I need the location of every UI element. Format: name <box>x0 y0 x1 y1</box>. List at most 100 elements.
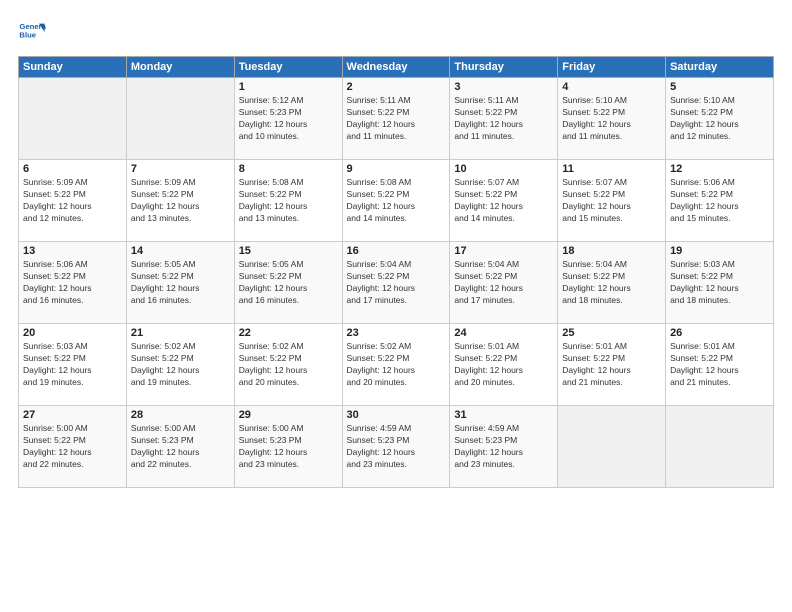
day-info: Sunrise: 5:07 AM Sunset: 5:22 PM Dayligh… <box>454 177 553 225</box>
day-number: 20 <box>23 327 122 339</box>
calendar-cell <box>558 406 666 488</box>
calendar-cell: 9Sunrise: 5:08 AM Sunset: 5:22 PM Daylig… <box>342 160 450 242</box>
calendar-cell: 11 Sunrise: 5:07 AM Sunset: 5:22 PM Dayli… <box>558 160 666 242</box>
day-number: 27 <box>23 409 122 421</box>
page: General Blue SundayMondayTuesdayWednesda… <box>0 0 792 612</box>
calendar-cell: 29 Sunrise: 5:00 AM Sunset: 5:23 PM Dayli… <box>234 406 342 488</box>
day-number: 6 <box>23 163 122 175</box>
calendar-cell: 31Sunrise: 4:59 AM Sunset: 5:23 PM Dayli… <box>450 406 558 488</box>
day-number: 29 <box>239 409 338 421</box>
logo-icon: General Blue <box>18 18 46 46</box>
day-number: 12 <box>670 163 769 175</box>
calendar-cell: 27 Sunrise: 5:00 AM Sunset: 5:22 PM Dayli… <box>19 406 127 488</box>
day-number: 16 <box>347 245 446 257</box>
day-number: 15 <box>239 245 338 257</box>
day-info: Sunrise: 5:09 AM Sunset: 5:22 PM Dayligh… <box>23 177 122 225</box>
calendar-cell: 14 Sunrise: 5:05 AM Sunset: 5:22 PM Dayli… <box>126 242 234 324</box>
calendar-cell: 28Sunrise: 5:00 AM Sunset: 5:23 PM Dayli… <box>126 406 234 488</box>
day-info: Sunrise: 5:01 AM Sunset: 5:22 PM Dayligh… <box>454 341 553 389</box>
day-number: 19 <box>670 245 769 257</box>
calendar-cell: 18Sunrise: 5:04 AM Sunset: 5:22 PM Dayli… <box>558 242 666 324</box>
day-number: 10 <box>454 163 553 175</box>
day-info: Sunrise: 5:05 AM Sunset: 5:22 PM Dayligh… <box>239 259 338 307</box>
day-info: Sunrise: 5:06 AM Sunset: 5:22 PM Dayligh… <box>670 177 769 225</box>
calendar-cell: 1 Sunrise: 5:12 AM Sunset: 5:23 PM Daylig… <box>234 78 342 160</box>
day-number: 7 <box>131 163 230 175</box>
day-info: Sunrise: 5:06 AM Sunset: 5:22 PM Dayligh… <box>23 259 122 307</box>
weekday-header-row: SundayMondayTuesdayWednesdayThursdayFrid… <box>19 57 774 78</box>
calendar-cell: 25 Sunrise: 5:01 AM Sunset: 5:22 PM Dayli… <box>558 324 666 406</box>
day-info: Sunrise: 5:03 AM Sunset: 5:22 PM Dayligh… <box>23 341 122 389</box>
day-number: 31 <box>454 409 553 421</box>
day-number: 25 <box>562 327 661 339</box>
calendar-body: 1 Sunrise: 5:12 AM Sunset: 5:23 PM Daylig… <box>19 78 774 488</box>
day-number: 11 <box>562 163 661 175</box>
day-info: Sunrise: 5:11 AM Sunset: 5:22 PM Dayligh… <box>347 95 446 143</box>
week-row-1: 1 Sunrise: 5:12 AM Sunset: 5:23 PM Daylig… <box>19 78 774 160</box>
calendar: SundayMondayTuesdayWednesdayThursdayFrid… <box>18 56 774 488</box>
day-number: 8 <box>239 163 338 175</box>
day-info: Sunrise: 5:00 AM Sunset: 5:23 PM Dayligh… <box>131 423 230 471</box>
day-info: Sunrise: 5:04 AM Sunset: 5:22 PM Dayligh… <box>562 259 661 307</box>
calendar-cell <box>666 406 774 488</box>
day-info: Sunrise: 5:03 AM Sunset: 5:22 PM Dayligh… <box>670 259 769 307</box>
day-number: 4 <box>562 81 661 93</box>
calendar-cell: 13Sunrise: 5:06 AM Sunset: 5:22 PM Dayli… <box>19 242 127 324</box>
week-row-4: 20 Sunrise: 5:03 AM Sunset: 5:22 PM Dayli… <box>19 324 774 406</box>
day-info: Sunrise: 4:59 AM Sunset: 5:23 PM Dayligh… <box>347 423 446 471</box>
day-number: 21 <box>131 327 230 339</box>
header: General Blue <box>18 18 774 46</box>
calendar-cell: 12 Sunrise: 5:06 AM Sunset: 5:22 PM Dayli… <box>666 160 774 242</box>
week-row-3: 13Sunrise: 5:06 AM Sunset: 5:22 PM Dayli… <box>19 242 774 324</box>
day-info: Sunrise: 5:01 AM Sunset: 5:22 PM Dayligh… <box>562 341 661 389</box>
day-info: Sunrise: 5:05 AM Sunset: 5:22 PM Dayligh… <box>131 259 230 307</box>
day-info: Sunrise: 5:12 AM Sunset: 5:23 PM Dayligh… <box>239 95 338 143</box>
day-info: Sunrise: 5:07 AM Sunset: 5:22 PM Dayligh… <box>562 177 661 225</box>
day-number: 24 <box>454 327 553 339</box>
day-info: Sunrise: 5:08 AM Sunset: 5:22 PM Dayligh… <box>239 177 338 225</box>
day-number: 22 <box>239 327 338 339</box>
calendar-cell: 4 Sunrise: 5:10 AM Sunset: 5:22 PM Daylig… <box>558 78 666 160</box>
day-info: Sunrise: 5:04 AM Sunset: 5:22 PM Dayligh… <box>347 259 446 307</box>
calendar-cell: 10 Sunrise: 5:07 AM Sunset: 5:22 PM Dayli… <box>450 160 558 242</box>
day-number: 3 <box>454 81 553 93</box>
calendar-cell: 24 Sunrise: 5:01 AM Sunset: 5:22 PM Dayli… <box>450 324 558 406</box>
day-info: Sunrise: 5:02 AM Sunset: 5:22 PM Dayligh… <box>131 341 230 389</box>
calendar-cell: 5 Sunrise: 5:10 AM Sunset: 5:22 PM Daylig… <box>666 78 774 160</box>
weekday-friday: Friday <box>558 57 666 78</box>
day-info: Sunrise: 5:11 AM Sunset: 5:22 PM Dayligh… <box>454 95 553 143</box>
weekday-monday: Monday <box>126 57 234 78</box>
day-info: Sunrise: 5:10 AM Sunset: 5:22 PM Dayligh… <box>670 95 769 143</box>
day-info: Sunrise: 5:01 AM Sunset: 5:22 PM Dayligh… <box>670 341 769 389</box>
day-number: 14 <box>131 245 230 257</box>
calendar-cell: 15 Sunrise: 5:05 AM Sunset: 5:22 PM Dayli… <box>234 242 342 324</box>
calendar-cell: 26Sunrise: 5:01 AM Sunset: 5:22 PM Dayli… <box>666 324 774 406</box>
day-info: Sunrise: 5:04 AM Sunset: 5:22 PM Dayligh… <box>454 259 553 307</box>
day-info: Sunrise: 5:00 AM Sunset: 5:23 PM Dayligh… <box>239 423 338 471</box>
calendar-cell: 22 Sunrise: 5:02 AM Sunset: 5:22 PM Dayli… <box>234 324 342 406</box>
calendar-cell: 21 Sunrise: 5:02 AM Sunset: 5:22 PM Dayli… <box>126 324 234 406</box>
logo: General Blue <box>18 18 49 46</box>
day-number: 5 <box>670 81 769 93</box>
day-info: Sunrise: 5:02 AM Sunset: 5:22 PM Dayligh… <box>239 341 338 389</box>
calendar-cell: 17 Sunrise: 5:04 AM Sunset: 5:22 PM Dayli… <box>450 242 558 324</box>
day-number: 1 <box>239 81 338 93</box>
day-number: 9 <box>347 163 446 175</box>
day-info: Sunrise: 5:00 AM Sunset: 5:22 PM Dayligh… <box>23 423 122 471</box>
week-row-2: 6 Sunrise: 5:09 AM Sunset: 5:22 PM Daylig… <box>19 160 774 242</box>
day-info: Sunrise: 5:02 AM Sunset: 5:22 PM Dayligh… <box>347 341 446 389</box>
calendar-cell <box>126 78 234 160</box>
day-info: Sunrise: 5:09 AM Sunset: 5:22 PM Dayligh… <box>131 177 230 225</box>
day-number: 17 <box>454 245 553 257</box>
weekday-saturday: Saturday <box>666 57 774 78</box>
weekday-wednesday: Wednesday <box>342 57 450 78</box>
calendar-cell: 20 Sunrise: 5:03 AM Sunset: 5:22 PM Dayli… <box>19 324 127 406</box>
calendar-cell: 7 Sunrise: 5:09 AM Sunset: 5:22 PM Daylig… <box>126 160 234 242</box>
week-row-5: 27 Sunrise: 5:00 AM Sunset: 5:22 PM Dayli… <box>19 406 774 488</box>
calendar-cell: 6 Sunrise: 5:09 AM Sunset: 5:22 PM Daylig… <box>19 160 127 242</box>
svg-text:Blue: Blue <box>19 31 36 40</box>
day-info: Sunrise: 5:10 AM Sunset: 5:22 PM Dayligh… <box>562 95 661 143</box>
weekday-thursday: Thursday <box>450 57 558 78</box>
calendar-cell: 2Sunrise: 5:11 AM Sunset: 5:22 PM Daylig… <box>342 78 450 160</box>
weekday-tuesday: Tuesday <box>234 57 342 78</box>
